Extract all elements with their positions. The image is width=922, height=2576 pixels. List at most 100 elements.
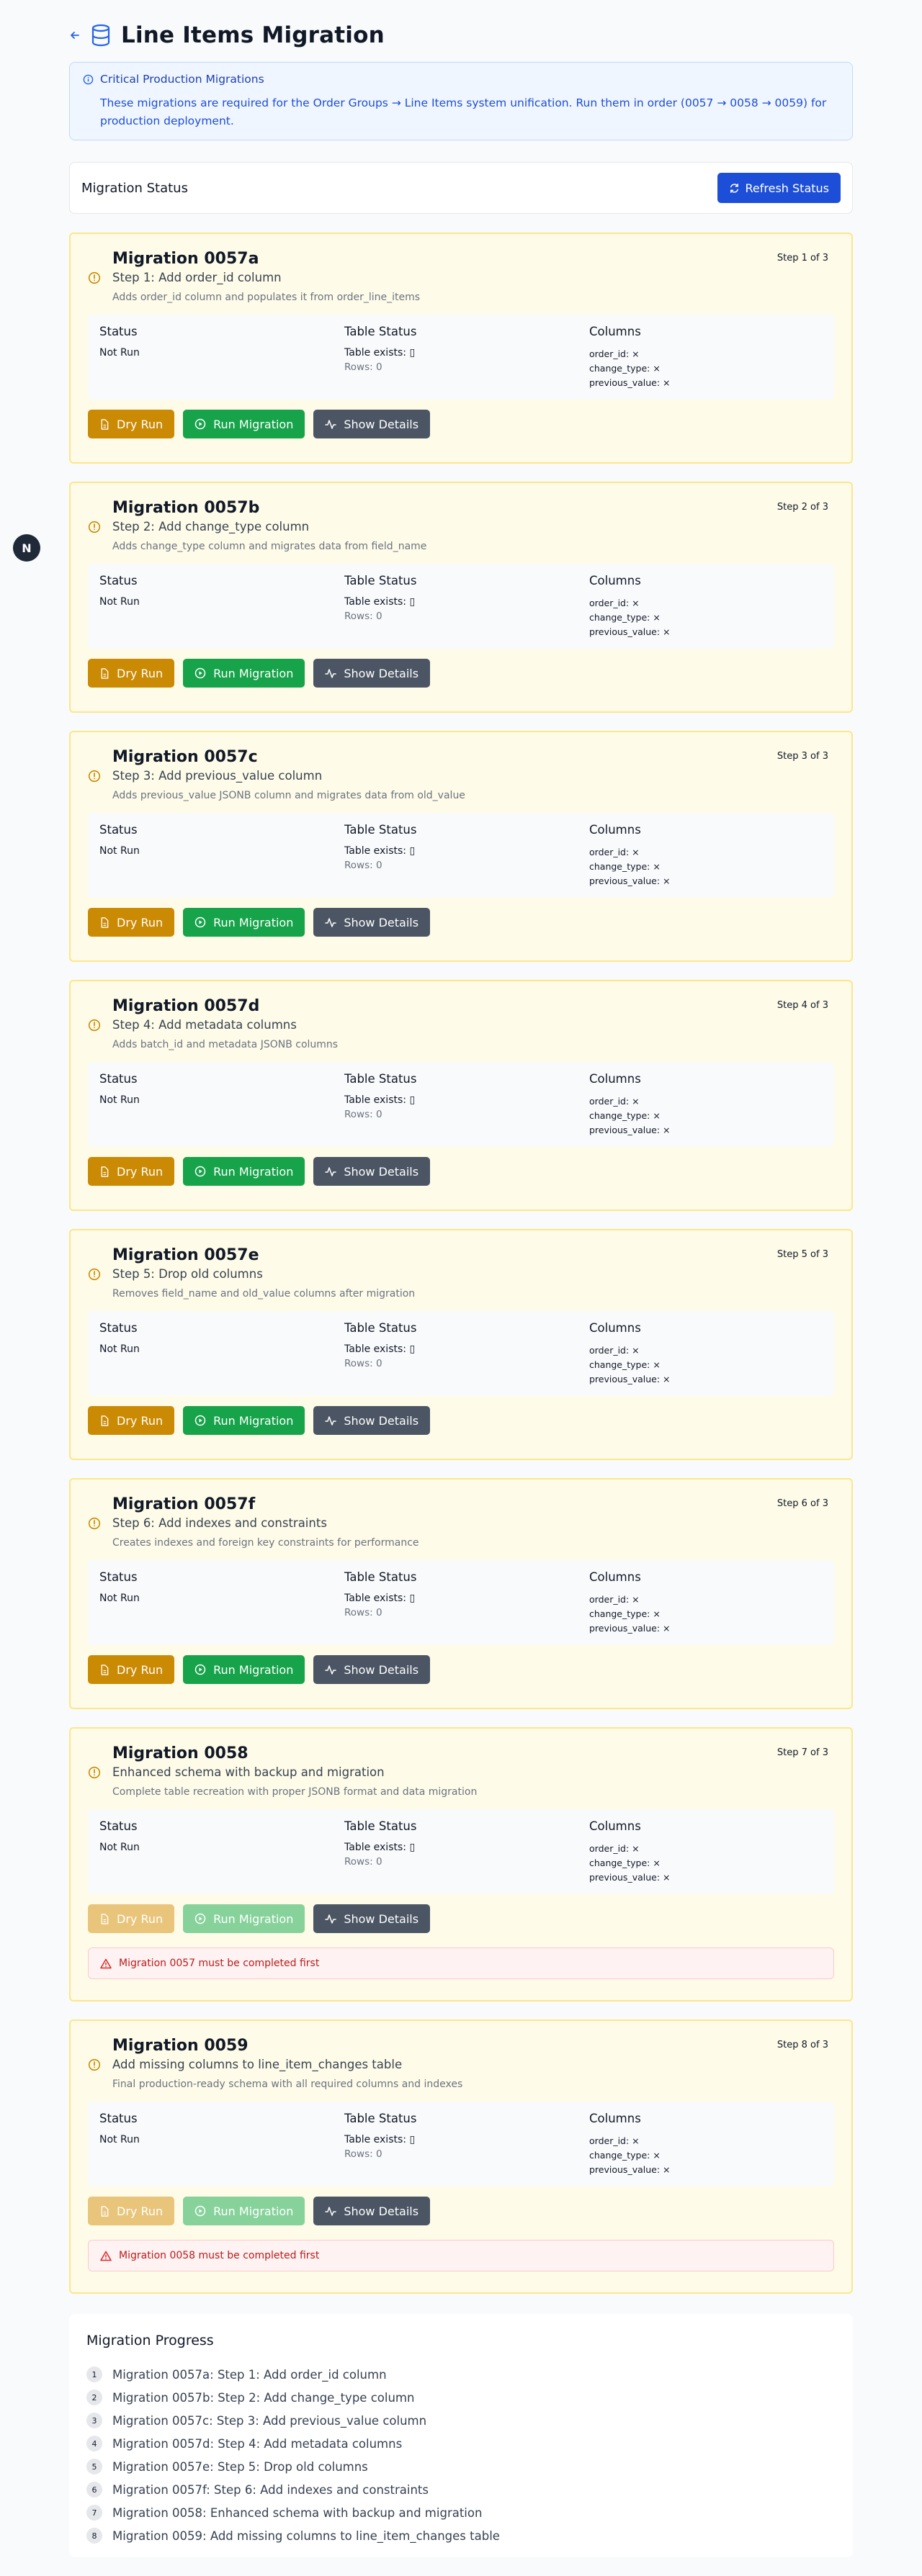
migration-description: Adds change_type column and migrates dat… [112,541,427,552]
column-order-id: order_id: × [589,348,640,359]
show-details-button[interactable]: Show Details [313,908,431,937]
dry-run-label: Dry Run [117,915,164,929]
progress-step-label: Migration 0059: Add missing columns to l… [112,2528,500,2543]
show-details-label: Show Details [344,915,419,929]
progress-step-label: Migration 0057f: Step 6: Add indexes and… [112,2482,429,2497]
rows-value: Rows: 0 [344,1607,382,1618]
migration-card: Step 5 of 3 Migration 0057e Step 5: Drop… [69,1229,853,1460]
migration-status-grid: Status Not Run Table Status Table exists… [88,315,834,400]
show-details-label: Show Details [344,1911,419,1926]
dry-run-label: Dry Run [117,2204,164,2218]
run-migration-button[interactable]: Run Migration [183,1904,305,1933]
file-icon [99,1166,109,1177]
status-heading: Status [99,574,138,587]
floating-app-button[interactable]: N [13,534,40,562]
column-previous-value: previous_value: × [589,875,671,886]
file-icon [99,1415,109,1426]
refresh-status-button[interactable]: Refresh Status [717,173,841,203]
status-heading: Status [99,325,138,338]
run-migration-button[interactable]: Run Migration [183,2197,305,2225]
table-exists-value: Table exists: ▯ [344,1094,416,1106]
run-migration-label: Run Migration [213,1662,294,1677]
progress-item: 5 Migration 0057e: Step 5: Drop old colu… [86,2455,836,2478]
step-indicator: Step 4 of 3 [776,1000,828,1011]
column-order-id: order_id: × [589,1843,640,1854]
run-migration-button[interactable]: Run Migration [183,1157,305,1186]
status-value: Not Run [99,2134,140,2145]
run-migration-button[interactable]: Run Migration [183,659,305,688]
rows-value: Rows: 0 [344,2148,382,2160]
columns-heading: Columns [589,574,641,587]
rows-value: Rows: 0 [344,361,382,373]
activity-icon [325,418,337,430]
activity-icon [325,2205,337,2217]
status-heading: Status [99,1570,138,1584]
show-details-button[interactable]: Show Details [313,410,431,438]
progress-step-number: 5 [86,2459,102,2474]
dry-run-button[interactable]: Dry Run [88,2197,175,2225]
run-migration-label: Run Migration [213,1413,294,1428]
migration-description: Complete table recreation with proper JS… [112,1786,478,1798]
migration-description: Adds order_id column and populates it fr… [112,292,421,303]
progress-item: 3 Migration 0057c: Step 3: Add previous_… [86,2409,836,2432]
column-change-type: change_type: × [589,1359,661,1370]
show-details-button[interactable]: Show Details [313,659,431,688]
run-migration-button[interactable]: Run Migration [183,908,305,937]
run-migration-button[interactable]: Run Migration [183,1655,305,1684]
show-details-button[interactable]: Show Details [313,2197,431,2225]
back-arrow-icon[interactable] [69,30,91,41]
clock-warning-icon [88,1495,112,1549]
status-heading: Status [99,2112,138,2125]
run-migration-button[interactable]: Run Migration [183,1406,305,1435]
progress-step-label: Migration 0057e: Step 5: Drop old column… [112,2459,368,2474]
columns-heading: Columns [589,325,641,338]
file-icon [99,418,109,430]
show-details-button[interactable]: Show Details [313,1406,431,1435]
step-indicator: Step 7 of 3 [776,1747,828,1758]
progress-step-number: 1 [86,2366,102,2382]
dry-run-button[interactable]: Dry Run [88,1904,175,1933]
database-icon [91,24,111,47]
show-details-label: Show Details [344,666,419,680]
dry-run-button[interactable]: Dry Run [88,1655,175,1684]
migration-list: Step 1 of 3 Migration 0057a Step 1: Add … [69,233,853,2294]
column-previous-value: previous_value: × [589,1872,671,1883]
status-value: Not Run [99,1593,140,1604]
migration-subtitle: Enhanced schema with backup and migratio… [112,1765,385,1779]
migration-title: Migration 0057e [112,1246,259,1264]
file-icon [99,1913,109,1924]
run-migration-label: Run Migration [213,915,294,929]
progress-step-number: 2 [86,2390,102,2405]
dry-run-label: Dry Run [117,417,164,431]
column-change-type: change_type: × [589,1110,661,1121]
run-migration-label: Run Migration [213,666,294,680]
migration-subtitle: Add missing columns to line_item_changes… [112,2058,403,2071]
dry-run-button[interactable]: Dry Run [88,908,175,937]
migration-description: Adds previous_value JSONB column and mig… [112,790,465,801]
show-details-button[interactable]: Show Details [313,1904,431,1933]
progress-step-number: 7 [86,2505,102,2521]
show-details-button[interactable]: Show Details [313,1157,431,1186]
columns-heading: Columns [589,2112,641,2125]
step-indicator: Step 3 of 3 [776,751,828,762]
migration-card: Step 8 of 3 Migration 0059 Add missing c… [69,2019,853,2294]
show-details-button[interactable]: Show Details [313,1655,431,1684]
run-migration-button[interactable]: Run Migration [183,410,305,438]
column-previous-value: previous_value: × [589,1623,671,1634]
show-details-label: Show Details [344,1164,419,1179]
columns-heading: Columns [589,1819,641,1833]
column-change-type: change_type: × [589,861,661,872]
play-circle-icon [194,1166,206,1177]
column-previous-value: previous_value: × [589,1125,671,1135]
dependency-alert: Migration 0058 must be completed first [88,2240,834,2271]
column-order-id: order_id: × [589,2135,640,2146]
migration-title: Migration 0057a [112,250,259,268]
column-previous-value: previous_value: × [589,1374,671,1384]
migration-status-grid: Status Not Run Table Status Table exists… [88,564,834,649]
dry-run-button[interactable]: Dry Run [88,1157,175,1186]
dry-run-button[interactable]: Dry Run [88,410,175,438]
dry-run-button[interactable]: Dry Run [88,1406,175,1435]
dry-run-button[interactable]: Dry Run [88,659,175,688]
run-migration-label: Run Migration [213,2204,294,2218]
columns-heading: Columns [589,1321,641,1335]
